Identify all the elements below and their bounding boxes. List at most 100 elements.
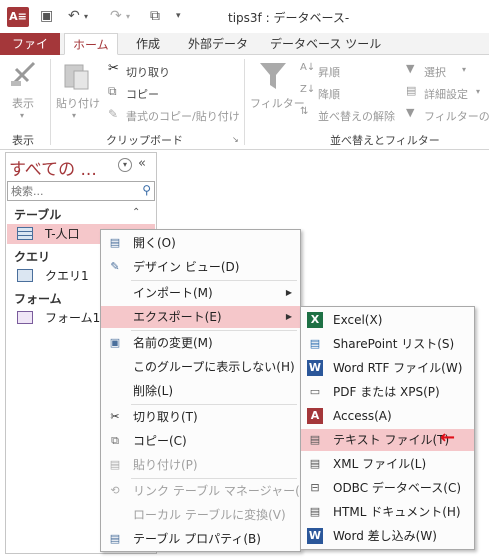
menu-table-properties[interactable]: ▤ テーブル プロパティ(B) [101, 528, 300, 550]
collapse-group-icon[interactable]: ⌃ [132, 207, 140, 218]
nav-search-box: ⚲ [7, 181, 155, 201]
submenu-arrow-icon: ▶ [285, 312, 292, 321]
menu-copy[interactable]: ⧉ コピー(C) [101, 430, 300, 452]
filter-button[interactable]: フィルター [250, 95, 305, 111]
export-word-merge[interactable]: W Word 差し込み(W) [301, 525, 474, 547]
advanced-dropdown-icon[interactable]: ▾ [476, 87, 480, 96]
cut-icon: ✂ [108, 61, 119, 76]
save-icon[interactable]: ▣ [40, 8, 53, 24]
tab-file[interactable]: ファイル [0, 33, 60, 73]
menu-paste[interactable]: ▤ 貼り付け(P) [101, 454, 300, 476]
export-sharepoint[interactable]: ▤ SharePoint リスト(S) [301, 333, 474, 355]
paste-button[interactable]: 貼り付け [56, 95, 100, 111]
export-odbc[interactable]: ⊟ ODBC データベース(C) [301, 477, 474, 499]
tab-home[interactable]: ホーム [64, 33, 118, 55]
export-word-rtf[interactable]: W Word RTF ファイル(W) [301, 357, 474, 379]
tab-external-data[interactable]: 外部データ [180, 33, 256, 55]
search-icon[interactable]: ⚲ [142, 183, 151, 197]
menu-delete[interactable]: 削除(L) [101, 380, 300, 402]
menu-cut[interactable]: ✂ 切り取り(T) [101, 406, 300, 428]
clear-sort-button[interactable]: 並べ替えの解除 [318, 108, 395, 124]
rename-icon: ▣ [109, 336, 121, 349]
menu-open[interactable]: ▤ 開く(O) [101, 232, 300, 254]
access-logo-icon: A≡ [7, 7, 29, 27]
export-access[interactable]: A Access(A) [301, 405, 474, 427]
view-icon[interactable] [8, 59, 38, 89]
view-dropdown-icon[interactable]: ▾ [20, 111, 24, 120]
nav-menu-dropdown-icon[interactable]: ▾ [118, 158, 132, 172]
toggle-filter-icon: ▼ [406, 106, 415, 119]
menu-design-view[interactable]: ✎ デザイン ビュー(D) [101, 256, 300, 278]
copy-button[interactable]: コピー [126, 86, 159, 102]
export-xml[interactable]: ▤ XML ファイル(L) [301, 453, 474, 475]
access-icon: A [307, 408, 323, 424]
nav-item-label: クエリ1 [45, 269, 89, 283]
selection-dropdown-icon[interactable]: ▾ [462, 65, 466, 74]
cut-button[interactable]: 切り取り [126, 64, 170, 80]
word-icon: W [307, 360, 323, 376]
properties-icon: ▤ [109, 532, 121, 545]
odbc-icon: ⊟ [310, 481, 320, 494]
group-header-forms[interactable]: フォーム [14, 290, 62, 307]
advanced-filter-button[interactable]: 詳細設定 [424, 86, 468, 102]
print-preview-icon[interactable]: ⧉ [150, 8, 160, 24]
ribbon: 表示 ▾ 表示 貼り付け ▾ ✂ 切り取り ⧉ コピー ✎ 書式のコピー/貼り付… [0, 55, 489, 150]
clipboard-launcher-icon[interactable]: ↘ [232, 135, 239, 144]
tab-database-tools[interactable]: データベース ツール [262, 33, 389, 55]
copy-icon: ⧉ [108, 84, 117, 98]
shutter-bar-close-icon[interactable]: « [138, 156, 146, 171]
sort-desc-button[interactable]: 降順 [318, 86, 340, 102]
html-icon: ▤ [309, 505, 321, 518]
text-file-icon: ▤ [309, 433, 321, 446]
filter-icon[interactable] [258, 61, 288, 91]
group-label-sort-filter: 並べ替えとフィルター [330, 134, 440, 147]
format-painter-button[interactable]: 書式のコピー/貼り付け [126, 108, 240, 124]
pdf-icon: ▭ [309, 385, 321, 398]
selection-button[interactable]: 選択 [424, 64, 446, 80]
table-icon [17, 227, 33, 240]
open-icon: ▤ [109, 236, 121, 249]
export-pdf-xps[interactable]: ▭ PDF または XPS(P) [301, 381, 474, 403]
export-excel[interactable]: X Excel(X) [301, 309, 474, 331]
menu-rename[interactable]: ▣ 名前の変更(M) [101, 332, 300, 354]
paste-icon[interactable] [62, 61, 90, 91]
nav-pane-header[interactable]: すべての ... [9, 155, 97, 180]
group-label-view: 表示 [12, 134, 34, 147]
paste-dropdown-icon[interactable]: ▾ [72, 111, 76, 120]
menu-linked-table-manager[interactable]: ⟲ リンク テーブル マネージャー(K) [101, 480, 312, 502]
cut-icon: ✂ [110, 410, 120, 423]
form-icon [17, 311, 33, 324]
nav-item-label: フォーム1 [45, 311, 101, 325]
advanced-filter-icon: ▤ [406, 84, 417, 97]
group-header-queries[interactable]: クエリ [14, 248, 50, 265]
copy-icon: ⧉ [111, 434, 119, 447]
redo-dropdown-icon[interactable]: ▾ [126, 12, 130, 21]
export-html[interactable]: ▤ HTML ドキュメント(H) [301, 501, 474, 523]
menu-import[interactable]: インポート(M) ▶ [101, 282, 300, 304]
menu-export[interactable]: エクスポート(E) ▶ [101, 306, 300, 328]
ribbon-tabs: ファイル ホーム 作成 外部データ データベース ツール [0, 33, 489, 73]
menu-convert-to-local[interactable]: ローカル テーブルに変換(V) [101, 504, 300, 526]
undo-icon[interactable]: ↶ [68, 8, 80, 24]
toggle-filter-button[interactable]: フィルターの実 [424, 108, 489, 124]
xml-icon: ▤ [309, 457, 321, 470]
clear-sort-icon: ⇅ [300, 106, 309, 117]
annotation-arrow: ← [440, 427, 456, 448]
view-button[interactable]: 表示 [12, 95, 34, 111]
group-header-tables[interactable]: テーブル [14, 206, 61, 223]
tab-create[interactable]: 作成 [128, 33, 168, 55]
linked-table-icon: ⟲ [110, 484, 120, 497]
nav-search-input[interactable] [8, 182, 128, 200]
format-painter-icon: ✎ [108, 107, 119, 121]
design-view-icon: ✎ [110, 260, 120, 273]
excel-icon: X [307, 312, 323, 328]
undo-dropdown-icon[interactable]: ▾ [84, 12, 88, 21]
customize-toolbar-icon[interactable]: ▾ [176, 11, 181, 21]
window-title: tips3f : データベース- [228, 11, 350, 25]
redo-icon[interactable]: ↷ [110, 8, 122, 24]
paste-icon: ▤ [109, 458, 121, 471]
menu-hide-in-group[interactable]: このグループに表示しない(H) [101, 356, 300, 378]
group-label-clipboard: クリップボード [106, 134, 183, 147]
submenu-arrow-icon: ▶ [285, 288, 292, 297]
sort-asc-button[interactable]: 昇順 [318, 64, 340, 80]
